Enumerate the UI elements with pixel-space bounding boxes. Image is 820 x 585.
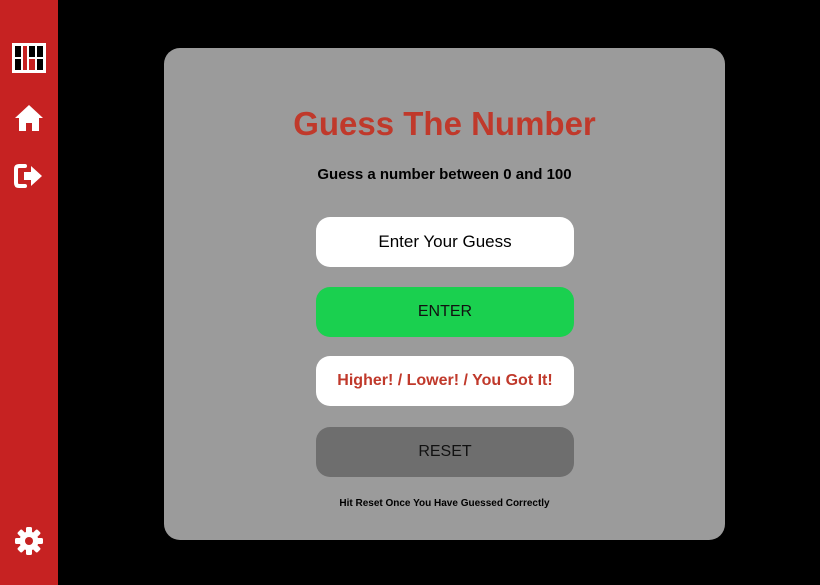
app-logo-button[interactable] [0,36,58,80]
feedback-display: Higher! / Lower! / You Got It! [316,356,574,406]
home-button[interactable] [0,96,58,140]
enter-button[interactable]: ENTER [316,287,574,337]
settings-button[interactable] [0,519,58,563]
reset-hint-text: Hit Reset Once You Have Guessed Correctl… [339,498,550,509]
logout-button[interactable] [0,154,58,198]
game-card: Guess The Number Guess a number between … [164,48,725,540]
home-icon [14,104,44,132]
page-title: Guess The Number [293,105,596,142]
instructions-text: Guess a number between 0 and 100 [317,166,572,183]
sidebar [0,0,58,585]
reset-button[interactable]: RESET [316,427,574,477]
gear-icon [15,527,43,555]
guess-input[interactable] [316,217,574,267]
app-logo-icon [11,42,47,74]
logout-icon [14,163,44,189]
